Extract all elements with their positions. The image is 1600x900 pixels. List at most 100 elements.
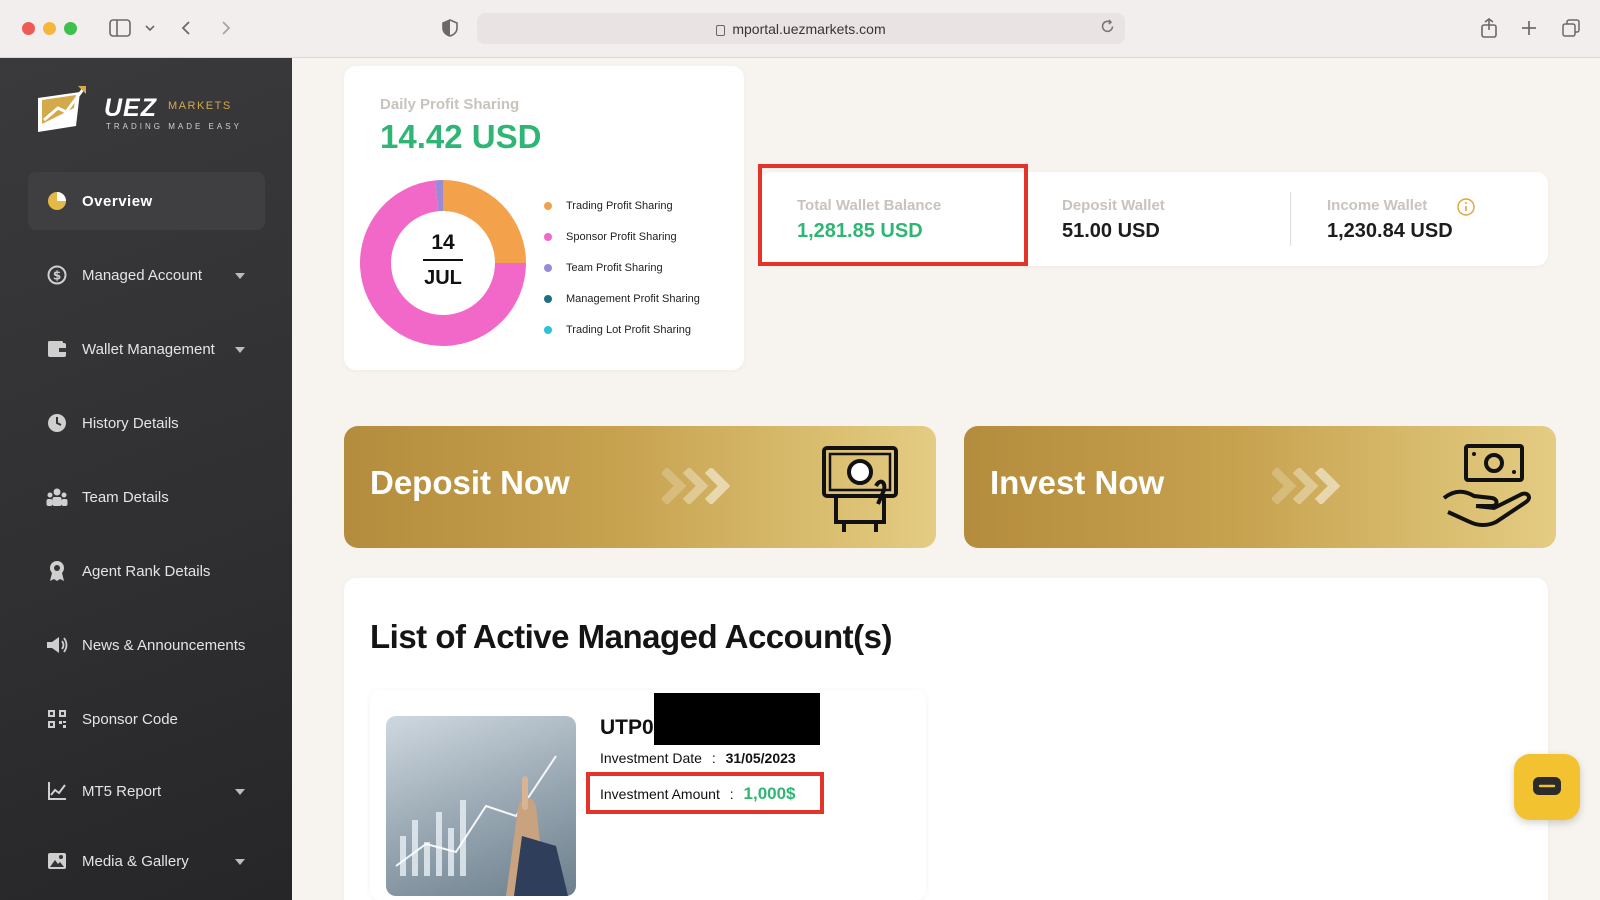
donut-date-month: JUL <box>424 267 462 289</box>
separator: : <box>711 750 716 766</box>
highlight-investment-amount <box>586 772 824 814</box>
chat-icon <box>1533 777 1561 795</box>
invest-now-label: Invest Now <box>990 464 1165 501</box>
highlight-total-wallet <box>758 164 1028 266</box>
logo-suffix-text: MARKETS <box>168 100 232 112</box>
sidebar-item-sponsor-code[interactable]: Sponsor Code <box>28 690 265 748</box>
qr-code-icon <box>46 708 68 730</box>
sidebar-item-label: MT5 Report <box>82 782 162 800</box>
sidebar-item-media-gallery[interactable]: Media & Gallery <box>28 832 265 890</box>
legend-label: Management Profit Sharing <box>566 292 700 305</box>
sidebar-item-label: Team Details <box>82 488 169 506</box>
legend-item: Trading Profit Sharing <box>544 190 700 221</box>
account-item[interactable]: UTP0 Investment Date : 31/05/2023 Invest… <box>370 690 926 900</box>
investment-date-value: 31/05/2023 <box>725 750 796 766</box>
sidebar-item-history-details[interactable]: History Details <box>28 394 265 452</box>
legend-item: Management Profit Sharing <box>544 283 700 314</box>
active-accounts-card: List of Active Managed Account(s) UTP0 I… <box>344 578 1548 900</box>
svg-text:$: $ <box>53 269 61 283</box>
legend-label: Team Profit Sharing <box>566 261 663 274</box>
sidebar-item-overview[interactable]: Overview <box>28 172 265 230</box>
sidebar-item-label: News & Announcements <box>82 636 246 654</box>
account-id: UTP0 <box>600 716 654 739</box>
sidebar-item-team-details[interactable]: Team Details <box>28 468 265 526</box>
profit-donut-chart: 14 JUL <box>360 180 526 346</box>
sidebar-item-label: History Details <box>82 414 179 432</box>
chevron-down-icon[interactable] <box>235 273 245 279</box>
investment-date-label: Investment Date <box>600 750 702 766</box>
clock-icon <box>46 412 68 434</box>
chevron-down-icon[interactable] <box>235 347 245 353</box>
forward-icon[interactable] <box>218 16 234 40</box>
deposit-now-button[interactable]: Deposit Now <box>344 426 936 548</box>
reload-icon[interactable] <box>1100 19 1115 38</box>
income-wallet-label: Income Wallet <box>1327 197 1428 214</box>
redacted-account-number <box>654 693 820 745</box>
sidebar-item-label: Sponsor Code <box>82 710 178 728</box>
new-tab-icon[interactable] <box>1518 16 1540 40</box>
legend-swatch <box>544 263 552 272</box>
sidebar: UEZ MARKETS TRADING MADE EASY Overview $… <box>0 58 292 900</box>
daily-profit-title: Daily Profit Sharing <box>380 96 520 113</box>
deposit-wallet-value: 51.00 USD <box>1062 220 1160 242</box>
chevrons-icon <box>662 468 731 504</box>
legend-label: Sponsor Profit Sharing <box>566 230 677 243</box>
line-chart-icon <box>46 780 68 802</box>
invest-now-button[interactable]: Invest Now <box>964 426 1556 548</box>
close-window-button[interactable] <box>22 22 35 35</box>
legend-item: Sponsor Profit Sharing <box>544 221 700 252</box>
profit-legend: Trading Profit Sharing Sponsor Profit Sh… <box>544 190 700 345</box>
lock-icon <box>716 25 726 36</box>
daily-profit-card: Daily Profit Sharing 14.42 USD 14 JUL Tr… <box>344 66 744 370</box>
sidebar-item-label: Managed Account <box>82 266 203 284</box>
chat-button[interactable] <box>1514 754 1580 820</box>
sidebar-toggle-icon[interactable] <box>108 16 132 40</box>
active-accounts-title: List of Active Managed Account(s) <box>370 618 892 655</box>
sidebar-item-mt5-report[interactable]: MT5 Report <box>28 762 265 820</box>
sidebar-item-managed-account[interactable]: $ Managed Account <box>28 246 265 304</box>
minimize-window-button[interactable] <box>43 22 56 35</box>
chevrons-icon <box>1272 468 1341 504</box>
legend-item: Team Profit Sharing <box>544 252 700 283</box>
chevron-down-icon[interactable] <box>235 789 245 795</box>
gallery-icon <box>46 850 68 872</box>
legend-label: Trading Lot Profit Sharing <box>566 323 691 336</box>
income-wallet-value: 1,230.84 USD <box>1327 220 1453 242</box>
browser-toolbar: mportal.uezmarkets.com <box>0 0 1600 58</box>
share-icon[interactable] <box>1478 16 1500 40</box>
megaphone-icon <box>46 634 68 656</box>
back-icon[interactable] <box>178 16 194 40</box>
investment-date-row: Investment Date : 31/05/2023 <box>600 750 796 766</box>
logo-brand-text: UEZ <box>104 94 157 122</box>
logo-mark-icon <box>38 86 86 132</box>
wallet-icon <box>46 338 68 360</box>
legend-swatch <box>544 325 552 334</box>
daily-profit-value: 14.42 USD <box>380 118 542 155</box>
sidebar-item-wallet-management[interactable]: Wallet Management <box>28 320 265 378</box>
money-deposit-icon <box>822 446 898 532</box>
info-icon[interactable] <box>1457 198 1475 221</box>
main-content: Daily Profit Sharing 14.42 USD 14 JUL Tr… <box>292 58 1600 900</box>
legend-swatch <box>544 232 552 241</box>
donut-date-day: 14 <box>431 231 455 254</box>
url-text: mportal.uezmarkets.com <box>732 20 886 37</box>
legend-swatch <box>544 294 552 303</box>
account-thumbnail <box>386 716 576 896</box>
sidebar-item-news-announcements[interactable]: News & Announcements <box>28 616 265 674</box>
legend-swatch <box>544 201 552 210</box>
zoom-window-button[interactable] <box>64 22 77 35</box>
wallet-divider <box>1290 192 1291 246</box>
deposit-now-label: Deposit Now <box>370 464 570 501</box>
award-icon <box>46 560 68 582</box>
tab-overview-icon[interactable] <box>1560 16 1582 40</box>
brand-logo[interactable]: UEZ MARKETS TRADING MADE EASY <box>36 76 246 142</box>
pie-chart-icon <box>46 190 68 212</box>
chevron-down-icon[interactable] <box>143 16 157 40</box>
sidebar-item-agent-rank-details[interactable]: Agent Rank Details <box>28 542 265 600</box>
team-icon <box>46 486 68 508</box>
hand-money-icon <box>1442 444 1531 527</box>
address-bar[interactable]: mportal.uezmarkets.com <box>477 13 1125 44</box>
dollar-coin-icon: $ <box>46 264 68 286</box>
privacy-shield-icon[interactable] <box>440 16 460 40</box>
chevron-down-icon[interactable] <box>235 859 245 865</box>
